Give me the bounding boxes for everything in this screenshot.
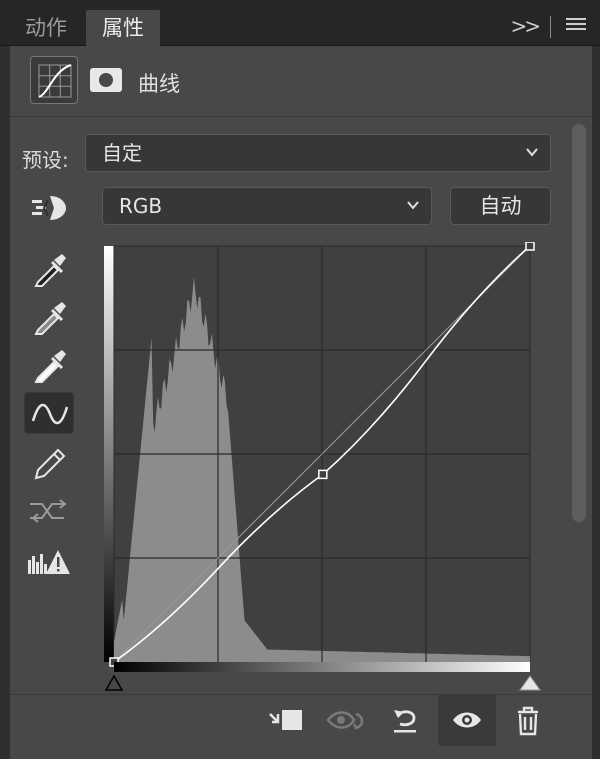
channel-value: RGB [119, 194, 163, 218]
visibility-eye-icon[interactable] [438, 694, 496, 746]
scrollbar[interactable] [572, 124, 586, 522]
panel-tabbar: 动作 属性 >> [0, 0, 600, 46]
clip-to-layer-icon[interactable] [264, 702, 308, 738]
adjustment-type-label: 曲线 [138, 72, 180, 96]
chevron-down-icon [407, 201, 419, 210]
chevron-down-icon [526, 148, 538, 157]
input-gradient-bar [114, 662, 530, 672]
curves-graph[interactable] [98, 242, 548, 696]
black-point-slider[interactable] [104, 674, 124, 691]
expand-panels-icon[interactable]: >> [510, 14, 540, 38]
preset-label: 预设: [22, 148, 69, 172]
target-adjust-icon[interactable] [24, 186, 74, 228]
eyedropper-black-icon[interactable] [24, 246, 74, 288]
preset-select[interactable]: 自定 [85, 134, 551, 172]
curve-control-point[interactable] [525, 242, 535, 251]
curve-point-icon[interactable] [24, 392, 74, 434]
panel-menu-icon[interactable] [566, 18, 586, 33]
eyedropper-gray-icon[interactable] [24, 294, 74, 336]
tab-actions[interactable]: 动作 [10, 10, 82, 46]
tab-separator [550, 16, 551, 38]
trash-icon[interactable] [506, 702, 550, 738]
pencil-icon[interactable] [24, 442, 74, 484]
curves-adjustment-icon[interactable] [30, 56, 78, 104]
header-divider [10, 116, 592, 117]
smooth-icon[interactable] [24, 490, 74, 532]
output-gradient-bar [104, 246, 114, 662]
tab-properties[interactable]: 属性 [86, 10, 160, 46]
eyedropper-white-icon[interactable] [24, 342, 74, 384]
properties-panel: 曲线 预设: 自定 RGB 自动 [10, 46, 592, 759]
auto-button[interactable]: 自动 [450, 187, 551, 225]
curve-control-point[interactable] [318, 469, 328, 480]
clipping-warning-icon[interactable] [24, 540, 74, 582]
reset-icon[interactable] [384, 702, 428, 738]
view-previous-icon[interactable] [324, 702, 368, 738]
layer-mask-icon[interactable] [90, 68, 122, 92]
preset-value: 自定 [102, 141, 142, 165]
resize-grip[interactable] [280, 752, 320, 756]
bottom-toolbar-divider [10, 694, 592, 695]
white-point-slider[interactable] [519, 675, 541, 691]
channel-select[interactable]: RGB [102, 187, 432, 225]
